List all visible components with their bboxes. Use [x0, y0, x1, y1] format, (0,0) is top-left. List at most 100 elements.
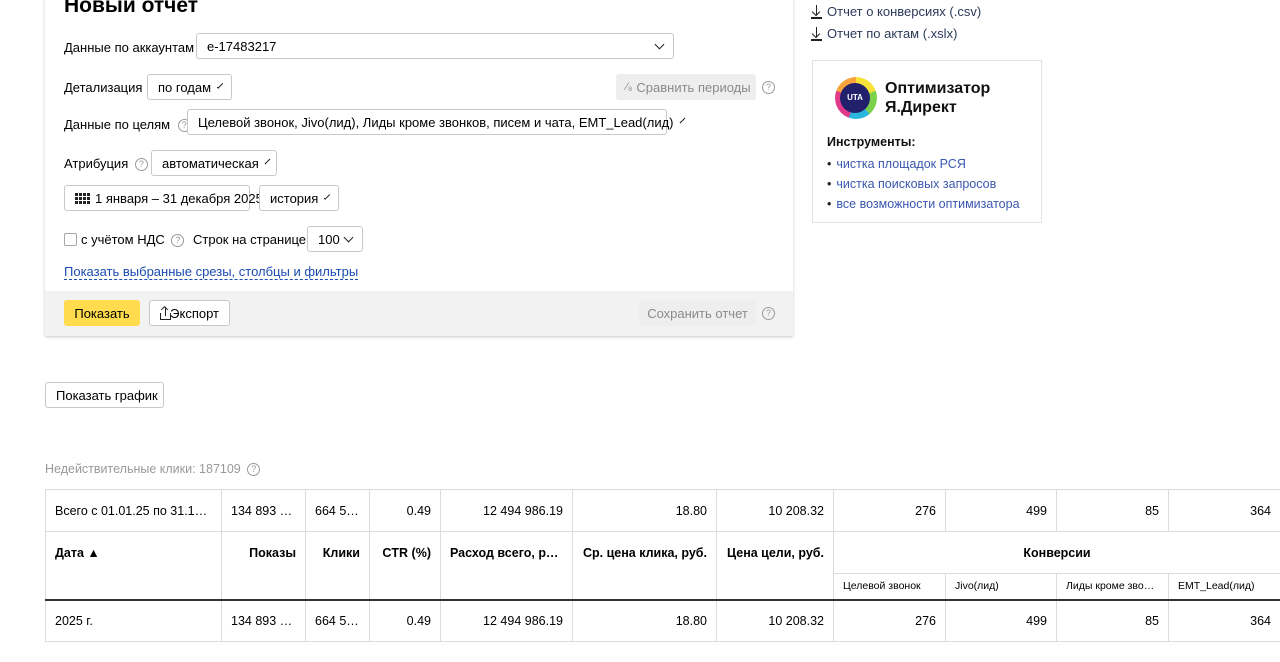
invalid-clicks-text: Недействительные клики: 187109 — [45, 462, 241, 476]
help-icon[interactable]: ? — [134, 158, 148, 172]
chevron-down-icon — [343, 232, 354, 242]
chevron-down-icon — [216, 81, 224, 89]
promo-tools-list: чистка площадок РСЯ чистка поисковых зап… — [827, 154, 1020, 214]
history-select[interactable]: история — [259, 185, 339, 211]
column-header-clicks[interactable]: Клики — [305, 531, 370, 600]
export-icon — [160, 305, 171, 320]
detail-label: Детализация — [64, 80, 143, 95]
download-icon — [811, 26, 822, 41]
save-report-button[interactable]: Сохранить отчет — [639, 300, 756, 326]
column-header-ctr[interactable]: CTR (%) — [369, 531, 441, 600]
promo-tools-heading: Инструменты: — [827, 135, 916, 149]
column-header-cpc[interactable]: Ср. цена клика, руб. — [572, 531, 717, 600]
show-filters-link[interactable]: Показать выбранные срезы, столбцы и филь… — [64, 265, 359, 280]
total-cpc: 18.80 — [572, 489, 717, 532]
goals-label-text: Данные по целям — [64, 117, 171, 132]
row-clicks: 664 555 — [305, 598, 370, 642]
goals-select-value: Целевой звонок, Jivo(лид), Лиды кроме зв… — [198, 114, 674, 130]
attribution-select-value: автоматическая — [162, 155, 259, 171]
column-header-conv-leads[interactable]: Лиды кроме звонков, писем и чата — [1056, 573, 1169, 600]
attribution-select[interactable]: автоматическая — [151, 150, 277, 176]
column-header-impressions[interactable]: Показы — [221, 531, 306, 600]
history-select-value: история — [270, 190, 319, 206]
uta-logo[interactable]: UTA — [835, 77, 877, 119]
row-conv-jivo: 499 — [945, 598, 1057, 642]
row-conv-emt: 364 — [1168, 598, 1280, 642]
rows-per-page-label: Строк на странице — [193, 232, 307, 247]
column-header-cost[interactable]: Расход всего, руб. — [440, 531, 573, 600]
chevron-down-icon — [324, 192, 331, 200]
row-cpa: 10 208.32 — [716, 598, 834, 642]
period-value: 1 января – 31 декабря 2025 — [95, 190, 263, 206]
row-conv-leads: 85 — [1056, 598, 1169, 642]
download-conversions-label: Отчет о конверсиях (.csv) — [827, 4, 982, 19]
chevron-down-icon — [264, 158, 271, 164]
column-header-date[interactable]: Дата ▲ — [45, 531, 222, 600]
invalid-clicks: Недействительные клики: 187109 ? — [45, 462, 261, 477]
accounts-select[interactable]: e-17483217 — [196, 33, 674, 59]
table-row: 2025 г. 134 893 867 664 555 0.49 12 494 … — [45, 598, 1280, 642]
row-cost: 12 494 986.19 — [440, 598, 573, 642]
promo-title-line1: Оптимизатор — [885, 80, 991, 97]
total-ctr: 0.49 — [369, 489, 441, 532]
column-header-conv-emt[interactable]: EMT_Lead(лид) — [1168, 573, 1280, 600]
export-label: Экспорт — [170, 305, 219, 321]
row-ctr: 0.49 — [369, 598, 441, 642]
row-date: 2025 г. — [45, 598, 222, 642]
row-cpc: 18.80 — [572, 598, 717, 642]
download-icon — [811, 4, 822, 19]
stats-table: Всего с 01.01.25 по 31.12.25 134 893 867… — [45, 489, 1280, 642]
download-acts-link[interactable]: Отчет по актам (.xslx) — [811, 26, 957, 41]
promo-tool-link[interactable]: чистка поисковых запросов — [827, 174, 1020, 194]
vat-checkbox[interactable] — [64, 233, 77, 246]
column-header-conv-target-call[interactable]: Целевой звонок — [833, 573, 946, 600]
period-picker-button[interactable]: 1 января – 31 декабря 2025 — [64, 185, 263, 211]
total-conv-target-call: 276 — [833, 489, 946, 532]
row-impressions: 134 893 867 — [221, 598, 306, 642]
show-report-button[interactable]: Показать — [64, 300, 140, 326]
compare-periods-button[interactable]: ⁄₈ Сравнить периоды — [616, 74, 756, 100]
attribution-label: Атрибуция ? — [64, 156, 148, 172]
promo-title: Оптимизатор Я.Директ — [885, 79, 990, 117]
help-icon[interactable]: ? — [762, 307, 775, 320]
help-icon[interactable]: ? — [171, 234, 185, 248]
column-header-conv-jivo[interactable]: Jivo(лид) — [945, 573, 1057, 600]
total-label: Всего с 01.01.25 по 31.12.25 — [45, 489, 222, 532]
chevron-down-icon — [654, 39, 665, 49]
promo-title-line2: Я.Директ — [885, 99, 957, 116]
total-conv-emt: 364 — [1168, 489, 1280, 532]
accounts-label: Данные по аккаунтам — [64, 40, 195, 55]
column-header-cpa[interactable]: Цена цели, руб. — [716, 531, 834, 600]
total-conv-jivo: 499 — [945, 489, 1057, 532]
detail-select-value: по годам — [158, 79, 212, 95]
promo-tool-link[interactable]: все возможности оптимизатора — [827, 194, 1019, 214]
show-chart-button[interactable]: Показать график — [45, 382, 164, 408]
uta-logo-text: UTA — [840, 83, 870, 113]
vat-label: с учётом НДС ? — [81, 232, 185, 248]
help-icon[interactable]: ? — [762, 81, 775, 94]
detail-select[interactable]: по годам — [147, 74, 232, 100]
attribution-label-text: Атрибуция — [64, 156, 129, 171]
optimizer-promo: UTA Оптимизатор Я.Директ Инструменты: чи… — [812, 60, 1042, 223]
total-impressions: 134 893 867 — [221, 489, 306, 532]
vat-label-text: с учётом НДС — [81, 232, 165, 247]
compare-periods-label: Сравнить периоды — [636, 79, 751, 95]
total-conv-leads: 85 — [1056, 489, 1169, 532]
compare-icon: ⁄₈ — [626, 81, 633, 93]
accounts-select-value: e-17483217 — [207, 38, 277, 54]
goals-select[interactable]: Целевой звонок, Jivo(лид), Лиды кроме зв… — [187, 109, 685, 135]
export-button[interactable]: Экспорт — [149, 300, 230, 326]
download-conversions-link[interactable]: Отчет о конверсиях (.csv) — [811, 4, 981, 19]
goals-label: Данные по целям ? — [64, 117, 191, 133]
rows-per-page-select[interactable]: 100 — [307, 226, 363, 252]
total-cpa: 10 208.32 — [716, 489, 834, 532]
help-icon[interactable]: ? — [247, 463, 261, 477]
row-conv-target-call: 276 — [833, 598, 946, 642]
total-clicks: 664 555 — [305, 489, 370, 532]
page-title: Новый отчет — [64, 0, 199, 17]
promo-tool-link[interactable]: чистка площадок РСЯ — [827, 154, 1020, 174]
total-row: Всего с 01.01.25 по 31.12.25 134 893 867… — [45, 489, 1280, 532]
total-cost: 12 494 986.19 — [440, 489, 573, 532]
column-header-conversions: Конверсии — [833, 531, 1280, 574]
download-acts-label: Отчет по актам (.xslx) — [827, 26, 958, 41]
